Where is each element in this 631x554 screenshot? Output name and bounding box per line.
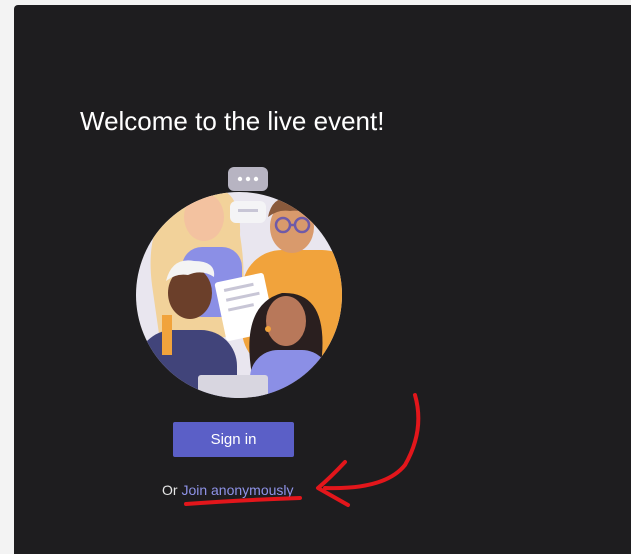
welcome-title: Welcome to the live event! [80,106,385,136]
people-group-illustration-icon [136,167,342,398]
join-options: Or Join anonymously [162,481,294,499]
sign-in-button[interactable]: Sign in [173,422,294,457]
join-anonymously-link[interactable]: Join anonymously [181,482,293,498]
page-background: Welcome to the live event! Sign in Or Jo… [0,0,631,554]
live-event-panel: Welcome to the live event! Sign in Or Jo… [14,5,631,554]
or-label: Or [162,482,178,498]
